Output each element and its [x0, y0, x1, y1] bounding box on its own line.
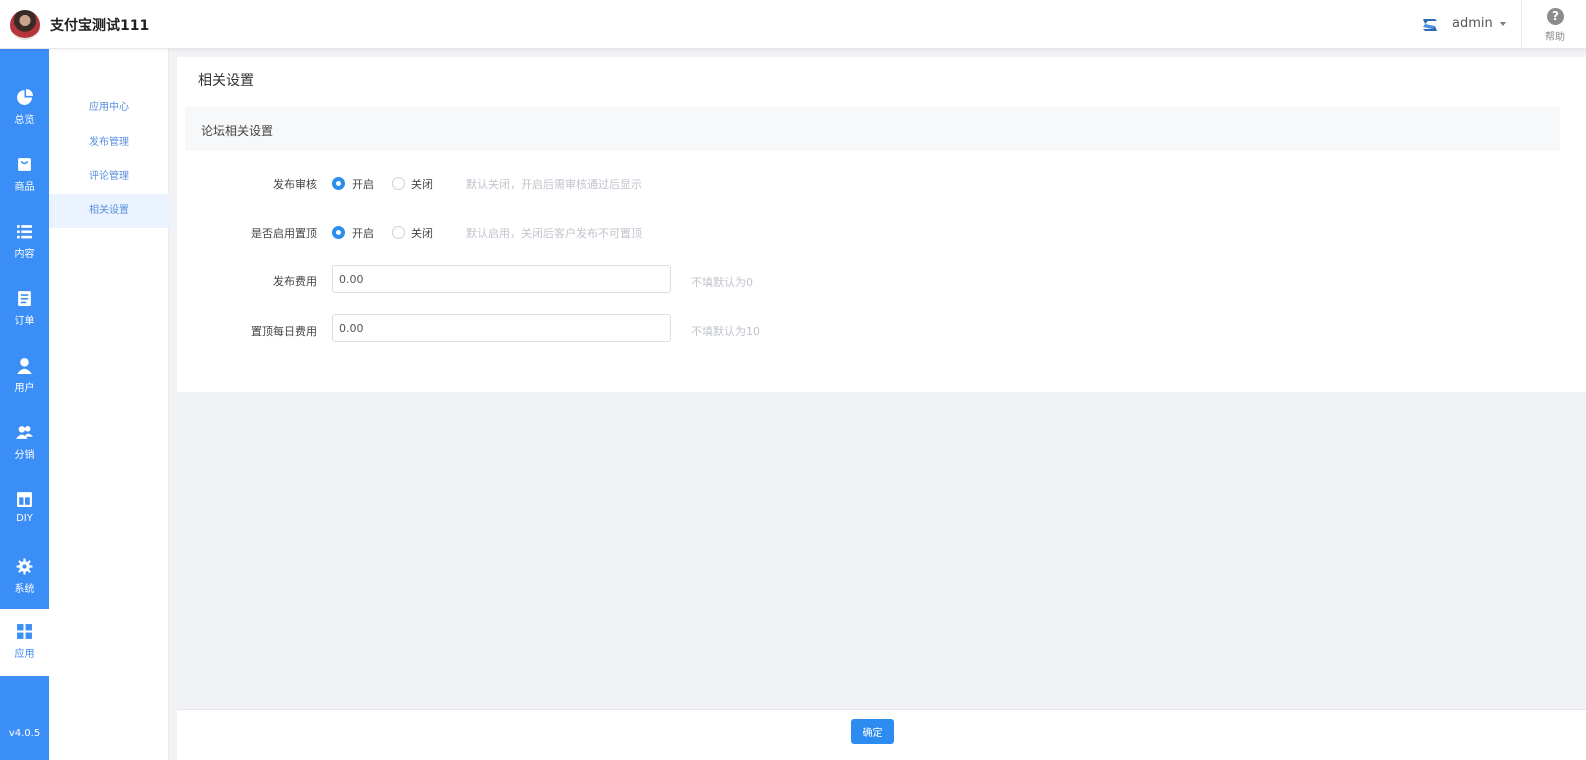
help-label[interactable]: 帮助	[1545, 28, 1565, 43]
publish-review-hint: 默认关闭，开启后需审核通过后显示	[466, 178, 642, 191]
rail-item-distribution[interactable]: 分销	[0, 410, 49, 477]
page-title: 相关设置	[198, 73, 254, 89]
publish-review-on-radio[interactable]	[332, 177, 345, 190]
store-name: 支付宝测试111	[50, 18, 150, 34]
pin-daily-fee-input[interactable]	[332, 314, 671, 342]
radio-label[interactable]: 关闭	[411, 225, 433, 241]
footer-bar: 确定	[177, 709, 1586, 760]
apps-grid-icon	[17, 624, 32, 639]
rail-label: 总览	[14, 115, 35, 126]
rail-label: 商品	[14, 182, 35, 193]
subnav-item-app-center[interactable]: 应用中心	[49, 91, 169, 125]
rail-item-overview[interactable]: 总览	[0, 75, 49, 142]
enable-pin-off-radio[interactable]	[392, 226, 405, 239]
section-title: 论坛相关设置	[201, 124, 274, 138]
rail-label: 应用	[14, 649, 35, 660]
gear-icon	[16, 558, 33, 575]
subnav-item-publish-management[interactable]: 发布管理	[49, 126, 169, 160]
layout-icon	[17, 492, 32, 507]
pie-chart-icon	[17, 89, 33, 105]
enable-pin-label: 是否启用置顶	[251, 227, 317, 240]
rail-label: DIY	[16, 513, 33, 524]
settings-panel: 相关设置 论坛相关设置 发布审核 开启 关闭 默认关闭，开启后需审核通过后显示 …	[177, 57, 1586, 392]
rail-label: 用户	[14, 383, 35, 394]
pin-daily-fee-label: 置顶每日费用	[251, 325, 317, 338]
confirm-button[interactable]: 确定	[851, 719, 894, 744]
list-icon	[17, 225, 32, 239]
shopping-bag-icon	[18, 158, 31, 171]
help-icon[interactable]: ?	[1547, 8, 1564, 25]
users-icon	[16, 426, 33, 439]
rail-item-products[interactable]: 商品	[0, 142, 49, 209]
subnav-item-related-settings[interactable]: 相关设置	[49, 194, 169, 228]
document-icon	[18, 291, 31, 306]
user-icon	[17, 358, 32, 374]
rail-item-diy[interactable]: DIY	[0, 477, 49, 544]
rail-label: 内容	[14, 249, 35, 260]
publish-review-label: 发布审核	[273, 178, 317, 191]
publish-review-off-radio[interactable]	[392, 177, 405, 190]
admin-username[interactable]: admin	[1452, 16, 1493, 31]
rail-item-content[interactable]: 内容	[0, 209, 49, 276]
version-label: v4.0.5	[8, 728, 41, 739]
publish-fee-hint: 不填默认为0	[691, 276, 753, 289]
subnav-item-comment-management[interactable]: 评论管理	[49, 160, 169, 194]
rail-label: 分销	[14, 450, 35, 461]
caret-down-icon[interactable]	[1500, 22, 1506, 26]
rail-item-orders[interactable]: 订单	[0, 276, 49, 343]
divider	[1521, 0, 1522, 49]
enable-pin-on-radio[interactable]	[332, 226, 345, 239]
radio-label[interactable]: 开启	[352, 176, 374, 192]
store-avatar[interactable]	[10, 10, 40, 40]
brand-logo-icon	[1423, 19, 1437, 31]
sub-nav: 应用中心 发布管理 评论管理 相关设置	[49, 49, 169, 760]
rail-label: 订单	[14, 316, 35, 327]
pin-daily-fee-hint: 不填默认为10	[691, 325, 760, 338]
radio-label[interactable]: 关闭	[411, 176, 433, 192]
top-bar: 支付宝测试111 admin ? 帮助	[0, 0, 1586, 49]
section-header: 论坛相关设置	[185, 107, 1560, 151]
rail-item-users[interactable]: 用户	[0, 343, 49, 410]
enable-pin-hint: 默认启用，关闭后客户发布不可置顶	[466, 227, 642, 240]
rail-label: 系统	[14, 584, 35, 595]
publish-fee-label: 发布费用	[273, 275, 317, 288]
rail-item-apps[interactable]: 应用	[0, 609, 49, 676]
rail-item-system[interactable]: 系统	[0, 544, 49, 611]
publish-fee-input[interactable]	[332, 265, 671, 293]
main-nav-rail: 总览 商品 内容 订单 用户 分销 DIY 系统 应用	[0, 49, 49, 760]
radio-label[interactable]: 开启	[352, 225, 374, 241]
